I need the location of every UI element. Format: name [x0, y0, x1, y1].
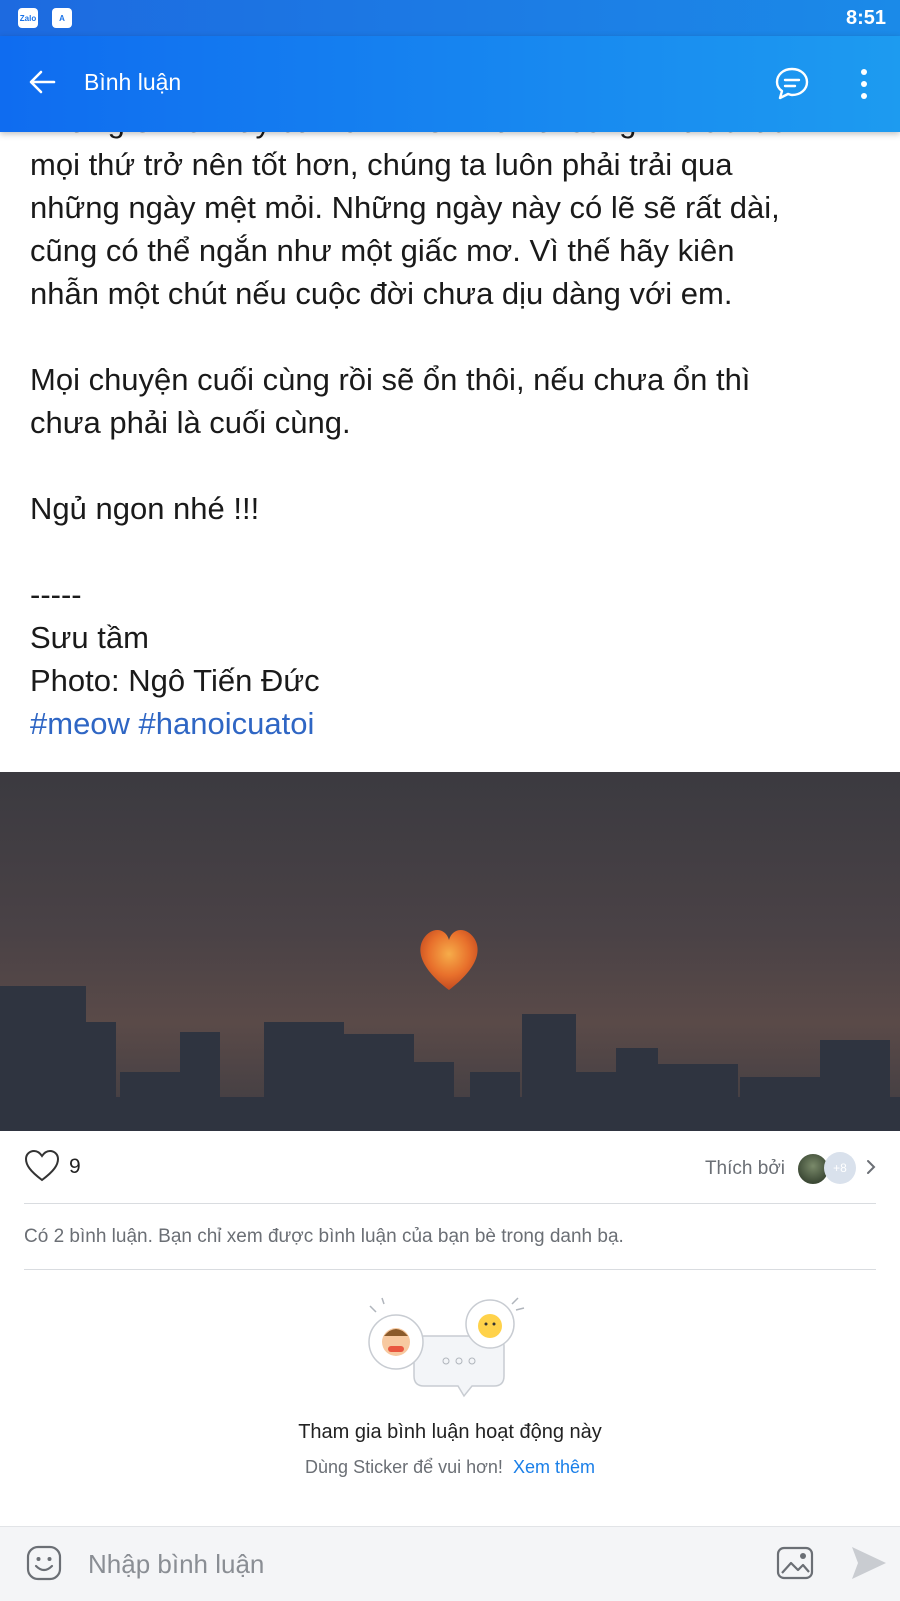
post-line: nhẫn một chút nếu cuộc đời chưa dịu dàng…: [30, 276, 733, 311]
post-photo-credit: Photo: Ngô Tiến Đức: [30, 663, 320, 698]
app-header: Bình luận: [0, 36, 900, 132]
post-body: Nhưng em ơi hãy cứ hồn nhiên mà vui sống…: [30, 100, 880, 745]
post-goodnight: Ngủ ngon nhé !!!: [30, 491, 260, 526]
post-hashtags[interactable]: #meow #hanoicuatoi: [30, 702, 880, 745]
zalo-icon: Zalo: [18, 8, 38, 28]
chevron-right-icon[interactable]: [864, 1157, 878, 1177]
arrow-left-icon[interactable]: [24, 64, 60, 100]
join-subtitle: Dùng Sticker để vui hơn! Xem thêm: [0, 1457, 900, 1478]
join-title: Tham gia bình luận hoạt động này: [298, 1421, 602, 1443]
page-title: Bình luận: [84, 69, 182, 95]
city-sunset-photo: [0, 929, 900, 1131]
divider: [24, 1269, 876, 1270]
status-time: 8:51: [845, 7, 886, 29]
comment-input-bar: [0, 1526, 900, 1601]
emoji-icon[interactable]: [26, 1545, 62, 1581]
post-line: Mọi chuyện cuối cùng rồi sẽ ổn thôi, nếu…: [30, 362, 751, 397]
post-line: mọi thứ trở nên tốt hơn, chúng ta luôn p…: [30, 147, 733, 182]
more-likers-badge[interactable]: +8: [824, 1152, 856, 1184]
image-icon[interactable]: [776, 1545, 814, 1581]
post-separator: -----: [30, 577, 82, 612]
sticker-illustration-icon: [368, 1297, 525, 1398]
status-bar: Zalo A 8:51: [0, 0, 900, 36]
send-icon[interactable]: [850, 1545, 888, 1581]
heart-sun-icon: [420, 929, 478, 990]
post-line: cũng có thể ngắn như một giấc mơ. Vì thế…: [30, 233, 735, 268]
chat-bubble-icon[interactable]: [772, 64, 812, 104]
comment-input[interactable]: [86, 1543, 740, 1585]
heart-icon[interactable]: [24, 1149, 60, 1183]
post-credit: Sưu tầm: [30, 620, 149, 655]
post-line: chưa phải là cuối cùng.: [30, 405, 351, 440]
post-photo[interactable]: [0, 772, 900, 1131]
reaction-row: 9 Thích bởi +8: [0, 1131, 900, 1203]
join-subtitle-text: Dùng Sticker để vui hơn!: [305, 1457, 503, 1477]
liked-by-label[interactable]: Thích bởi: [705, 1158, 785, 1180]
a-icon: A: [52, 8, 72, 28]
more-vertical-icon[interactable]: [858, 64, 870, 104]
divider: [24, 1203, 876, 1204]
comment-note: Có 2 bình luận. Bạn chỉ xem được bình lu…: [24, 1226, 624, 1247]
like-count: 9: [69, 1155, 81, 1178]
see-more-link[interactable]: Xem thêm: [513, 1457, 595, 1477]
post-line: những ngày mệt mỏi. Những ngày này có lẽ…: [30, 190, 780, 225]
